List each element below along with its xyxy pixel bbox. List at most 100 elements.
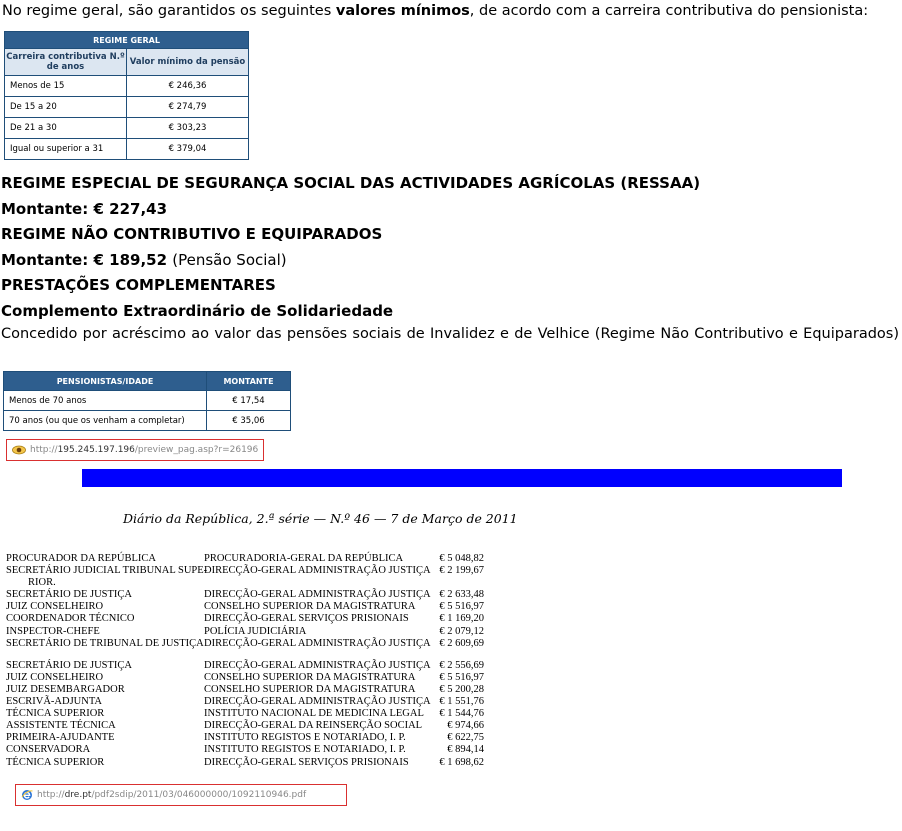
source-link-pdf[interactable]: http://dre.pt/pdf2sdip/2011/03/046000000… (15, 784, 347, 806)
table-row: De 21 a 30 € 303,23 (4, 117, 249, 139)
intro-bold: valores mínimos (335, 3, 470, 19)
diario-list: PROCURADOR DA REPÚBLICA PROCURADORIA-GERA… (6, 553, 486, 769)
diario-row: TÉCNICA SUPERIOR INSTITUTO NACIONAL DE ME… (6, 708, 486, 720)
value-cell: € 274,79 (126, 96, 249, 118)
valor-cell: € 5 516,97 (439, 601, 484, 613)
diario-row: SECRETÁRIO DE JUSTIÇA DIRECÇÃO-GERAL ADMI… (6, 660, 486, 672)
orgao-cell: DIRECÇÃO-GERAL SERVIÇOS PRISIONAIS (204, 613, 409, 625)
diario-row: SECRETÁRIO DE TRIBUNAL DE JUSTIÇA DIRECÇÃ… (6, 638, 486, 650)
regime-geral-table: REGIME GERAL Carreira contributiva N.º d… (4, 31, 249, 160)
diario-header: Diário da República, 2.ª série — N.º 46 … (123, 511, 518, 526)
cargo-cell: RIOR. (28, 577, 56, 589)
cargo-cell: PRIMEIRA-AJUDANTE (6, 732, 115, 744)
amount-cell: € 35,06 (206, 410, 291, 431)
cargo-cell: JUIZ DESEMBARGADOR (6, 683, 125, 695)
orgao-cell: DIRECÇÃO-GERAL ADMINISTRAÇÃO JUSTIÇA (204, 659, 431, 671)
orgao-cell: DIRECÇÃO-GERAL ADMINISTRAÇÃO JUSTIÇA (204, 696, 431, 708)
amount-note: (Pensão Social) (172, 251, 287, 269)
orgao-cell: CONSELHO SUPERIOR DA MAGISTRATURA (204, 671, 416, 683)
intro-text: No regime geral, são garantidos os segui… (2, 3, 868, 19)
column-header-age: PENSIONISTAS/IDADE (3, 371, 207, 391)
cargo-cell: TÉCNICA SUPERIOR (6, 756, 105, 768)
diario-row: COORDENADOR TÉCNICO DIRECÇÃO-GERAL SERVIÇ… (6, 613, 486, 625)
age-cell: Menos de 70 anos (3, 390, 207, 411)
amount-cell: € 17,54 (206, 390, 291, 411)
orgao-cell: DIRECÇÃO-GERAL DA REINSERÇÃO SOCIAL (204, 720, 423, 732)
diario-row: ASSISTENTE TÉCNICA DIRECÇÃO-GERAL DA REIN… (6, 720, 486, 732)
valor-cell: € 894,14 (447, 744, 484, 756)
table-row: De 15 a 20 € 274,79 (4, 96, 249, 118)
cargo-cell: COORDENADOR TÉCNICO (6, 613, 135, 625)
column-header-amount: MONTANTE (206, 371, 291, 391)
cargo-cell: SECRETÁRIO DE JUSTIÇA (6, 659, 133, 671)
nao-contributivo-heading: REGIME NÃO CONTRIBUTIVO E EQUIPARADOS (1, 225, 383, 243)
diario-row: ESCRIVÃ-ADJUNTA DIRECÇÃO-GERAL ADMINISTRA… (6, 696, 486, 708)
diario-row: PRIMEIRA-AJUDANTE INSTITUTO REGISTOS E NO… (6, 732, 486, 744)
value-cell: € 246,36 (126, 75, 249, 97)
diario-row: TÉCNICA SUPERIOR DIRECÇÃO-GERAL SERVIÇOS … (6, 757, 486, 769)
orgao-cell: POLÍCIA JUDICIÁRIA (204, 625, 307, 637)
orgao-cell: INSTITUTO NACIONAL DE MEDICINA LEGAL (204, 708, 424, 720)
valor-cell: € 622,75 (447, 732, 484, 744)
table-caption: REGIME GERAL (4, 31, 249, 49)
source-link-preview[interactable]: http://195.245.197.196/preview_pag.asp?r… (6, 439, 264, 461)
orgao-cell: PROCURADORIA-GERAL DA REPÚBLICA (204, 553, 404, 564)
cargo-cell: INSPECTOR-CHEFE (6, 625, 100, 637)
valor-cell: € 2 633,48 (439, 589, 484, 601)
valor-cell: € 1 169,20 (439, 613, 484, 625)
cargo-cell: ESCRIVÃ-ADJUNTA (6, 696, 102, 708)
nao-contributivo-amount: Montante: € 189,52 (Pensão Social) (1, 251, 287, 269)
value-cell: € 303,23 (126, 117, 249, 139)
url-host: 195.245.197.196 (57, 445, 135, 455)
diario-row: JUIZ DESEMBARGADOR CONSELHO SUPERIOR DA M… (6, 684, 486, 696)
cargo-cell: CONSERVADORA (6, 744, 91, 756)
valor-cell: € 1 544,76 (439, 708, 484, 720)
valor-cell: € 2 079,12 (439, 625, 484, 637)
cargo-cell: JUIZ CONSELHEIRO (6, 671, 104, 683)
cargo-cell: JUIZ CONSELHEIRO (6, 601, 104, 613)
url-scheme: http:// (37, 790, 65, 800)
diario-row: RIOR. (6, 577, 486, 589)
diario-row: PROCURADOR DA REPÚBLICA PROCURADORIA-GERA… (6, 553, 486, 565)
intro-after: , de acordo com a carreira contributiva … (469, 3, 869, 19)
diario-row: INSPECTOR-CHEFE POLÍCIA JUDICIÁRIA € 2 079… (6, 626, 486, 638)
valor-cell: € 1 551,76 (439, 696, 484, 708)
url-host: dre.pt (64, 790, 92, 800)
url-path: /pdf2sdip/2011/03/046000000/1092110946.p… (91, 790, 307, 800)
value-cell: € 379,04 (126, 138, 249, 160)
valor-cell: € 5 200,28 (439, 683, 484, 695)
valor-cell: € 5 048,82 (439, 553, 484, 564)
cargo-cell: PROCURADOR DA REPÚBLICA (6, 553, 156, 564)
orgao-cell: DIRECÇÃO-GERAL ADMINISTRAÇÃO JUSTIÇA (204, 637, 431, 649)
diario-row: SECRETÁRIO JUDICIAL TRIBUNAL SUPE- DIRECÇ… (6, 565, 486, 577)
years-cell: Igual ou superior a 31 (4, 138, 127, 160)
diario-row: JUIZ CONSELHEIRO CONSELHO SUPERIOR DA MAG… (6, 601, 486, 613)
orgao-cell: DIRECÇÃO-GERAL ADMINISTRAÇÃO JUSTIÇA (204, 565, 431, 577)
diario-row: CONSERVADORA INSTITUTO REGISTOS E NOTARIA… (6, 744, 486, 756)
orgao-cell: INSTITUTO REGISTOS E NOTARIADO, I. P. (204, 744, 406, 756)
orgao-cell: INSTITUTO REGISTOS E NOTARIADO, I. P. (204, 732, 406, 744)
diario-row: SECRETÁRIO DE JUSTIÇA DIRECÇÃO-GERAL ADMI… (6, 589, 486, 601)
orgao-cell: CONSELHO SUPERIOR DA MAGISTRATURA (204, 683, 416, 695)
cargo-cell: TÉCNICA SUPERIOR (6, 708, 105, 720)
orgao-cell: DIRECÇÃO-GERAL SERVIÇOS PRISIONAIS (204, 756, 409, 768)
column-header-value: Valor mínimo da pensão (126, 48, 249, 76)
valor-cell: € 2 199,67 (439, 565, 484, 577)
amount-value: € 227,43 (93, 200, 168, 218)
cargo-cell: SECRETÁRIO JUDICIAL TRIBUNAL SUPE- (6, 565, 208, 577)
cargo-cell: SECRETÁRIO DE TRIBUNAL DE JUSTIÇA (6, 637, 204, 649)
column-header-years: Carreira contributiva N.º de anos (4, 48, 127, 76)
url-scheme: http:// (30, 445, 58, 455)
table-row: Menos de 70 anos € 17,54 (3, 390, 291, 411)
amount-label: Montante: (1, 251, 89, 269)
ressaa-heading: REGIME ESPECIAL DE SEGURANÇA SOCIAL DAS … (1, 174, 701, 192)
complemento-subheading: Complemento Extraordinário de Solidaried… (1, 302, 394, 320)
valor-cell: € 974,66 (447, 720, 484, 732)
table-row: Igual ou superior a 31 € 379,04 (4, 138, 249, 160)
complemento-description: Concedido por acréscimo ao valor das pen… (1, 326, 899, 342)
url-path: /preview_pag.asp?r=26196 (134, 445, 259, 455)
amount-label: Montante: (1, 200, 89, 218)
ie-icon (21, 790, 33, 800)
ressaa-amount: Montante: € 227,43 (1, 200, 167, 218)
